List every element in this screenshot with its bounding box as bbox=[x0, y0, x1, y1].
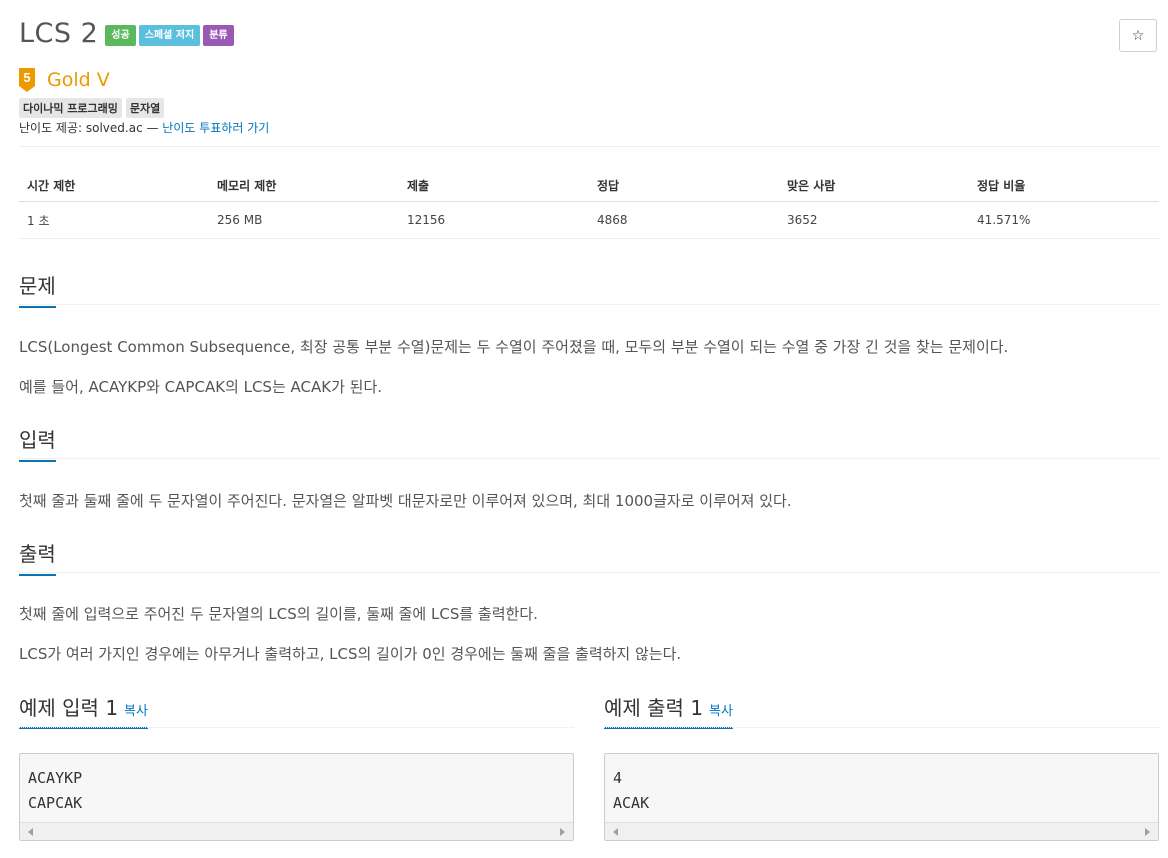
example-output-content: 4 ACAK bbox=[613, 769, 650, 812]
value-time-limit: 1 초 bbox=[27, 213, 50, 228]
example-output-title-text: 예제 출력 1 bbox=[604, 696, 704, 720]
value-submissions[interactable]: 12156 bbox=[399, 213, 589, 227]
tag-string[interactable]: 문자열 bbox=[125, 98, 165, 118]
badge-special-judge[interactable]: 스페셜 저지 bbox=[138, 25, 201, 46]
divider bbox=[19, 146, 1159, 147]
scroll-left-arrow-icon[interactable] bbox=[28, 828, 33, 836]
header-solvers: 맞은 사람 bbox=[787, 179, 836, 193]
tier-label[interactable]: Gold V bbox=[47, 69, 110, 91]
copy-output-button[interactable]: 복사 bbox=[709, 704, 733, 719]
tag-dynamic-programming[interactable]: 다이나믹 프로그래밍 bbox=[19, 98, 122, 118]
badge-success[interactable]: 성공 bbox=[105, 25, 136, 46]
scroll-right-arrow-icon[interactable] bbox=[1145, 828, 1150, 836]
example-input-title: 예제 입력 1 복사 bbox=[19, 692, 148, 729]
example-input-box[interactable]: ACAYKP CAPCAK bbox=[19, 753, 574, 841]
section-divider bbox=[19, 572, 1159, 573]
section-divider bbox=[19, 458, 1159, 459]
algorithm-tags: 다이나믹 프로그래밍 문자열 bbox=[19, 98, 168, 118]
tier-number: 5 bbox=[23, 70, 30, 85]
value-accepted[interactable]: 4868 bbox=[589, 213, 779, 227]
value-solvers[interactable]: 3652 bbox=[779, 213, 969, 227]
problem-title: LCS 2 bbox=[19, 18, 99, 49]
gold-tier-icon: 5 bbox=[19, 68, 35, 92]
section-divider bbox=[19, 304, 1159, 305]
title-row: LCS 2 성공 스페셜 저지 분류 bbox=[19, 18, 237, 49]
section-title-output: 출력 bbox=[19, 538, 56, 576]
section-divider bbox=[19, 727, 574, 728]
example-output-title: 예제 출력 1 복사 bbox=[604, 692, 733, 729]
favorite-star-button[interactable]: ☆ bbox=[1119, 19, 1157, 52]
example-output-box[interactable]: 4 ACAK bbox=[604, 753, 1159, 841]
header-accept-ratio: 정답 비율 bbox=[977, 179, 1026, 193]
problem-example-paragraph: 예를 들어, ACAYKP와 CAPCAK의 LCS는 ACAK가 된다. bbox=[19, 378, 383, 396]
header-time-limit: 시간 제한 bbox=[27, 179, 76, 193]
stats-table: 시간 제한 메모리 제한 제출 정답 맞은 사람 정답 비율 1 초 256 M… bbox=[19, 170, 1159, 239]
horizontal-scrollbar[interactable] bbox=[605, 822, 1158, 840]
vote-difficulty-link[interactable]: 난이도 투표하러 가기 bbox=[162, 121, 269, 135]
scroll-left-arrow-icon[interactable] bbox=[613, 828, 618, 836]
header-submissions: 제출 bbox=[407, 179, 430, 193]
tier-row: 5 Gold V bbox=[19, 68, 110, 92]
header-memory-limit: 메모리 제한 bbox=[217, 179, 277, 193]
value-memory-limit: 256 MB bbox=[217, 213, 263, 227]
section-title-problem: 문제 bbox=[19, 270, 56, 308]
scroll-right-arrow-icon[interactable] bbox=[560, 828, 565, 836]
example-output-heading: 예제 출력 1 복사 bbox=[604, 692, 733, 729]
section-title-input: 입력 bbox=[19, 424, 56, 462]
example-input-content: ACAYKP CAPCAK bbox=[28, 769, 83, 812]
section-divider bbox=[604, 727, 1159, 728]
problem-description-paragraph: LCS(Longest Common Subsequence, 최장 공통 부분… bbox=[19, 338, 1009, 356]
credit-text: 난이도 제공: solved.ac — bbox=[19, 121, 163, 135]
example-input-title-text: 예제 입력 1 bbox=[19, 696, 119, 720]
example-input-heading: 예제 입력 1 복사 bbox=[19, 692, 148, 729]
difficulty-credit: 난이도 제공: solved.ac — 난이도 투표하러 가기 bbox=[19, 119, 269, 136]
horizontal-scrollbar[interactable] bbox=[20, 822, 573, 840]
problem-page: LCS 2 성공 스페셜 저지 분류 ☆ 5 Gold V 다이나믹 프로그래밍… bbox=[0, 0, 1168, 858]
header-accepted: 정답 bbox=[597, 179, 620, 193]
output-note-paragraph: LCS가 여러 가지인 경우에는 아무거나 출력하고, LCS의 길이가 0인 … bbox=[19, 645, 682, 663]
input-description-paragraph: 첫째 줄과 둘째 줄에 두 문자열이 주어진다. 문자열은 알파벳 대문자로만 … bbox=[19, 492, 792, 510]
star-icon: ☆ bbox=[1131, 27, 1145, 44]
input-section-heading: 입력 bbox=[19, 424, 56, 462]
problem-section-heading: 문제 bbox=[19, 270, 56, 308]
badge-group: 성공 스페셜 저지 분류 bbox=[105, 25, 236, 46]
stats-header-row: 시간 제한 메모리 제한 제출 정답 맞은 사람 정답 비율 bbox=[19, 170, 1159, 202]
stats-value-row: 1 초 256 MB 12156 4868 3652 41.571% bbox=[19, 202, 1159, 239]
value-accept-ratio: 41.571% bbox=[977, 213, 1031, 227]
output-description-paragraph: 첫째 줄에 입력으로 주어진 두 문자열의 LCS의 길이를, 둘째 줄에 LC… bbox=[19, 605, 538, 623]
copy-input-button[interactable]: 복사 bbox=[124, 704, 148, 719]
badge-category[interactable]: 분류 bbox=[203, 25, 234, 46]
output-section-heading: 출력 bbox=[19, 538, 56, 576]
